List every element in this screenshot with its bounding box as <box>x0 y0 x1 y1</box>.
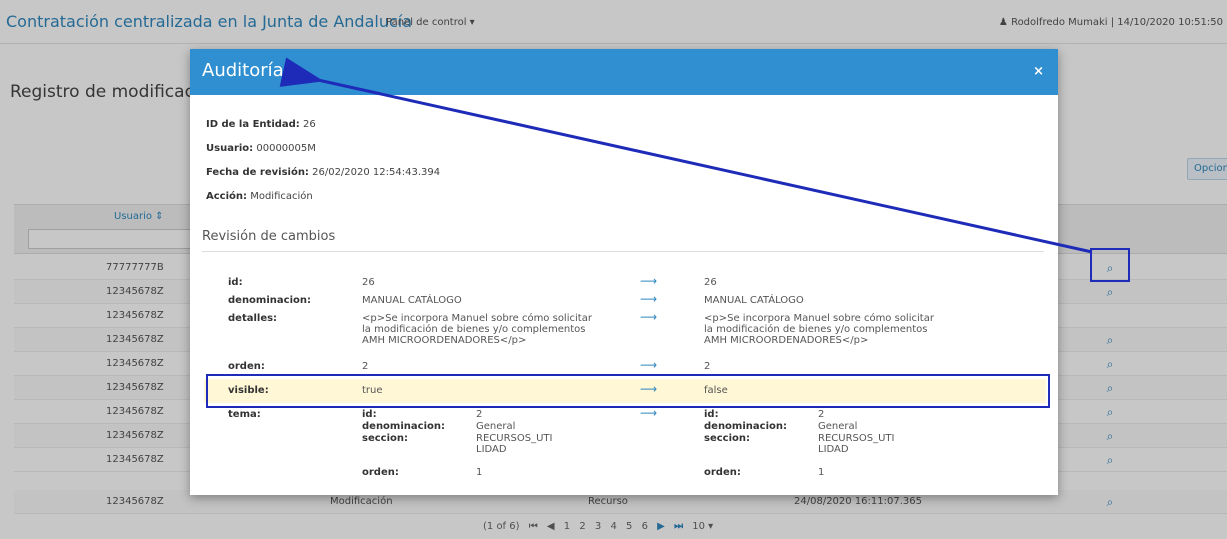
annotation-arrow <box>279 57 1093 254</box>
